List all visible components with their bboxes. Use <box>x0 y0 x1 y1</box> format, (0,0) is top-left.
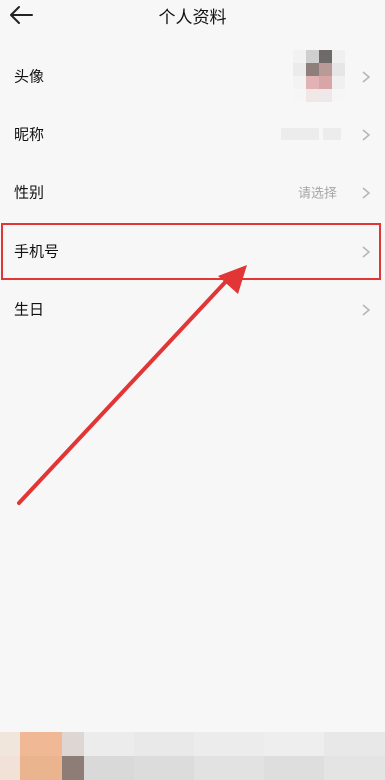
chevron-right-icon <box>361 302 371 316</box>
gender-placeholder: 请选择 <box>297 186 337 202</box>
row-avatar[interactable]: 头像 <box>0 47 385 105</box>
row-label-nickname: 昵称 <box>14 125 45 144</box>
row-label-birthday: 生日 <box>14 300 45 319</box>
page-title: 个人资料 <box>158 8 227 28</box>
row-nickname[interactable]: 昵称 <box>0 105 385 163</box>
row-gender[interactable]: 性别 请选择 <box>0 163 385 221</box>
row-label-avatar: 头像 <box>14 67 45 86</box>
chevron-right-icon <box>361 69 371 83</box>
bottom-banner-blurred <box>0 732 385 780</box>
row-label-gender: 性别 <box>14 183 45 202</box>
row-phone[interactable]: 手机号 <box>0 222 385 280</box>
avatar[interactable] <box>293 50 345 102</box>
top-bar: 个人资料 <box>0 0 385 30</box>
chevron-right-icon <box>361 185 371 199</box>
row-label-phone: 手机号 <box>14 242 60 261</box>
chevron-right-icon <box>361 244 371 258</box>
chevron-right-icon <box>361 127 371 141</box>
nickname-value-blurred <box>281 128 345 140</box>
row-birthday[interactable]: 生日 <box>0 280 385 338</box>
